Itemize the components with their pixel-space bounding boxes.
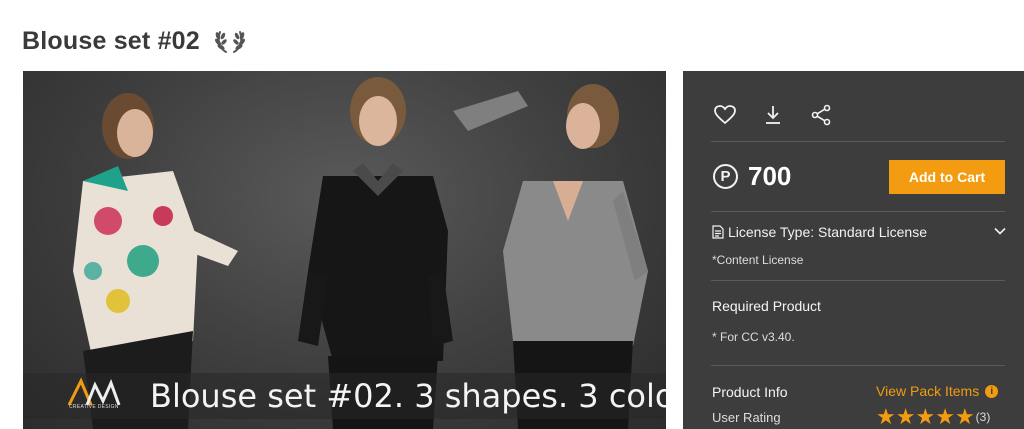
user-rating-label: User Rating bbox=[712, 410, 781, 425]
price-value: 700 bbox=[748, 161, 792, 191]
divider bbox=[711, 280, 1005, 281]
divider bbox=[711, 365, 1005, 366]
required-product-heading: Required Product bbox=[712, 298, 821, 314]
content-license-note: *Content License bbox=[712, 253, 804, 267]
document-icon bbox=[712, 225, 724, 239]
star-icon: ★ bbox=[954, 404, 975, 429]
divider bbox=[711, 141, 1005, 142]
view-pack-items-link[interactable]: View Pack Items i bbox=[876, 383, 999, 399]
preview-caption: Blouse set #02. 3 shapes. 3 colors bbox=[150, 377, 666, 415]
star-icon: ★ bbox=[915, 404, 936, 429]
brand-text: CREATIVE DESIGN bbox=[69, 404, 119, 410]
star-icon: ★ bbox=[876, 404, 896, 429]
heart-icon[interactable] bbox=[713, 103, 737, 127]
info-icon: i bbox=[985, 384, 999, 398]
purchase-panel: P 700 Add to Cart License Type: Standard… bbox=[683, 71, 1024, 429]
required-product-value: * For CC v3.40. bbox=[712, 330, 795, 344]
laurel-wreath-icon bbox=[214, 27, 246, 55]
am-creative-design-logo bbox=[67, 377, 121, 406]
star-icon: ★ bbox=[895, 404, 916, 429]
page-title: Blouse set #02 bbox=[22, 26, 200, 55]
license-type-label: License Type: Standard License bbox=[728, 224, 927, 240]
points-currency-icon: P bbox=[713, 164, 738, 189]
action-icons bbox=[713, 103, 833, 127]
download-icon[interactable] bbox=[761, 103, 785, 127]
chevron-down-icon[interactable] bbox=[994, 225, 1006, 237]
rating-count: (3) bbox=[975, 410, 991, 424]
divider bbox=[711, 211, 1005, 212]
user-rating-stars: ★ ★ ★ ★ ★ (3) bbox=[876, 406, 990, 428]
product-preview-image[interactable]: CREATIVE DESIGN Blouse set #02. 3 shapes… bbox=[23, 71, 666, 429]
title-row: Blouse set #02 bbox=[22, 22, 246, 60]
license-type-row[interactable]: License Type: Standard License bbox=[712, 224, 1006, 240]
view-pack-items-label: View Pack Items bbox=[876, 383, 980, 399]
price-row: P 700 bbox=[713, 161, 791, 192]
share-icon[interactable] bbox=[809, 103, 833, 127]
star-icon: ★ bbox=[935, 404, 955, 429]
product-info-heading: Product Info bbox=[712, 384, 788, 400]
add-to-cart-button[interactable]: Add to Cart bbox=[889, 160, 1005, 194]
